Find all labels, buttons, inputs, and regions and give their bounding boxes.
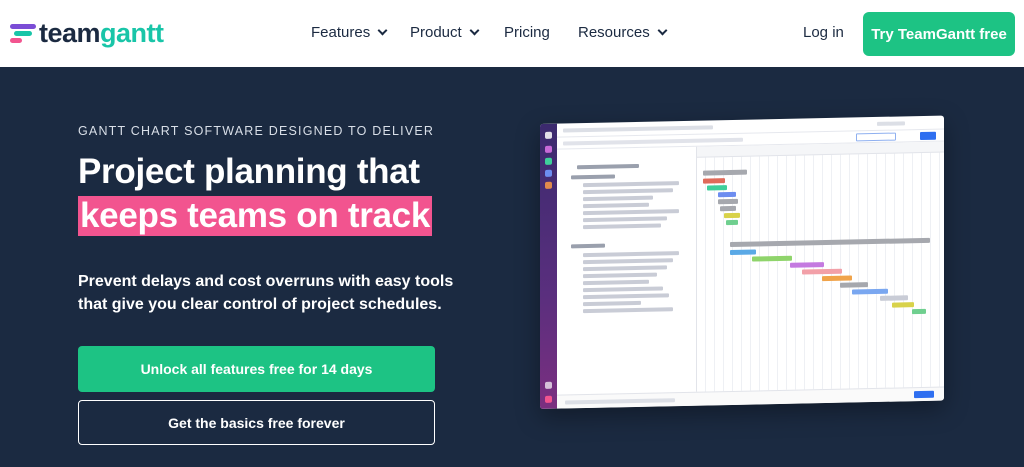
nav-resources-menu[interactable]: Resources: [578, 24, 668, 41]
nav-features-label: Features: [311, 24, 371, 41]
chevron-down-icon: [469, 25, 480, 36]
logo-mark-icon: [10, 22, 36, 44]
hero-title-line-1: Project planning that: [78, 152, 420, 191]
task-list: [557, 146, 697, 395]
hero-title-line-2: keeps teams on track: [78, 196, 433, 236]
nav-pricing-link[interactable]: Pricing: [504, 24, 550, 41]
basics-free-button[interactable]: Get the basics free forever: [78, 400, 435, 445]
chevron-down-icon: [657, 25, 668, 36]
login-link[interactable]: Log in: [803, 24, 844, 41]
nav-product-label: Product: [410, 24, 462, 41]
nav-features-menu[interactable]: Features: [311, 24, 388, 41]
nav-product-menu[interactable]: Product: [410, 24, 480, 41]
hero-subtitle-line-2: that give you clear control of project s…: [78, 296, 442, 313]
logo-wordmark: teamgantt: [39, 17, 164, 48]
unlock-features-button[interactable]: Unlock all features free for 14 days: [78, 346, 435, 392]
chevron-down-icon: [377, 25, 388, 36]
try-free-button[interactable]: Try TeamGantt free: [863, 12, 1015, 56]
gantt-app-screenshot: [540, 115, 944, 409]
nav-pricing-label: Pricing: [504, 24, 550, 41]
hero-subtitle-line-1: Prevent delays and cost overruns with ea…: [78, 273, 454, 290]
app-sidebar: [540, 123, 557, 409]
nav-resources-label: Resources: [578, 24, 650, 41]
teamgantt-logo[interactable]: teamgantt: [10, 18, 164, 48]
hero-eyebrow: GANTT CHART SOFTWARE DESIGNED TO DELIVER: [78, 124, 435, 138]
top-nav: teamgantt Features Product Pricing Resou…: [0, 0, 1024, 67]
